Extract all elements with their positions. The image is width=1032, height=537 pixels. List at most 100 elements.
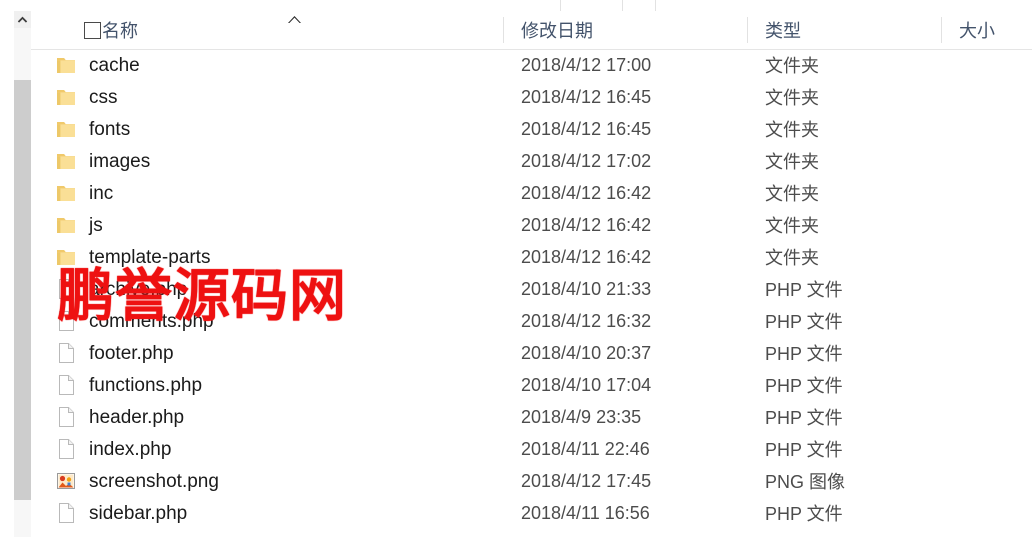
file-date-cell: 2018/4/12 17:00 xyxy=(521,54,652,75)
folder-icon xyxy=(55,150,77,172)
file-name-cell[interactable]: cache xyxy=(55,49,503,81)
file-type-cell: 文件夹 xyxy=(765,56,819,76)
file-type-cell: 文件夹 xyxy=(765,248,819,268)
file-size-cell xyxy=(941,273,1032,305)
file-name-cell[interactable]: sidebar.php xyxy=(55,497,503,529)
file-type-cell: 文件夹 xyxy=(765,120,819,140)
php-file-icon xyxy=(55,278,77,300)
file-name-cell[interactable]: functions.php xyxy=(55,369,503,401)
scroll-up-button[interactable] xyxy=(14,11,31,28)
file-date-cell: 2018/4/12 16:42 xyxy=(521,214,652,235)
column-header-name-label: 名称 xyxy=(102,21,138,41)
clipped-toolbar-strip xyxy=(0,0,1032,11)
file-type-cell: PHP 文件 xyxy=(765,312,843,332)
file-name-cell[interactable]: comments.php xyxy=(55,305,503,337)
file-name-cell[interactable]: template-parts xyxy=(55,241,503,273)
file-name-label: cache xyxy=(89,54,140,76)
file-date-cell: 2018/4/12 17:02 xyxy=(521,150,652,171)
folder-icon xyxy=(55,214,77,236)
file-date-cell: 2018/4/11 16:56 xyxy=(521,502,650,523)
file-type-cell: PHP 文件 xyxy=(765,440,843,460)
file-date-cell: 2018/4/10 17:04 xyxy=(521,374,652,395)
column-divider xyxy=(941,17,942,43)
file-row[interactable]: archive.php 2018/4/10 21:33 PHP 文件 xyxy=(31,273,1032,305)
file-type-cell: 文件夹 xyxy=(765,152,819,172)
folder-icon xyxy=(55,54,77,76)
php-file-icon xyxy=(55,438,77,460)
php-file-icon xyxy=(55,374,77,396)
file-name-label: screenshot.png xyxy=(89,470,219,492)
file-name-cell[interactable]: archive.php xyxy=(55,273,503,305)
file-row[interactable]: screenshot.png 2018/4/12 17:45 PNG 图像 12 xyxy=(31,465,1032,497)
column-header-size-label: 大小 xyxy=(959,21,995,41)
file-row[interactable]: inc 2018/4/12 16:42 文件夹 xyxy=(31,177,1032,209)
column-header-date-modified-label: 修改日期 xyxy=(521,21,593,41)
file-row[interactable]: images 2018/4/12 17:02 文件夹 xyxy=(31,145,1032,177)
file-date-cell: 2018/4/12 16:45 xyxy=(521,118,652,139)
column-divider xyxy=(503,17,504,43)
column-header-date-modified[interactable]: 修改日期 xyxy=(503,11,747,49)
folder-icon xyxy=(55,246,77,268)
select-all-checkbox[interactable] xyxy=(84,22,101,39)
folder-icon xyxy=(55,86,77,108)
vertical-scrollbar[interactable] xyxy=(14,11,31,537)
toolbar-control-1[interactable] xyxy=(560,0,624,11)
search-box[interactable] xyxy=(655,0,1032,11)
file-row[interactable]: sidebar.php 2018/4/11 16:56 PHP 文件 xyxy=(31,497,1032,529)
file-name-label: js xyxy=(89,214,103,236)
file-row[interactable]: fonts 2018/4/12 16:45 文件夹 xyxy=(31,113,1032,145)
file-row[interactable]: comments.php 2018/4/12 16:32 PHP 文件 xyxy=(31,305,1032,337)
file-row[interactable]: index.php 2018/4/11 22:46 PHP 文件 xyxy=(31,433,1032,465)
php-file-icon xyxy=(55,310,77,332)
file-name-cell[interactable]: footer.php xyxy=(55,337,503,369)
scrollbar-thumb[interactable] xyxy=(14,80,31,500)
column-divider xyxy=(747,17,748,43)
file-row[interactable]: functions.php 2018/4/10 17:04 PHP 文件 xyxy=(31,369,1032,401)
file-type-cell: PNG 图像 xyxy=(765,472,846,492)
file-name-cell[interactable]: fonts xyxy=(55,113,503,145)
column-header-name[interactable]: 名称 xyxy=(55,11,503,49)
file-name-cell[interactable]: header.php xyxy=(55,401,503,433)
file-explorer-window: 名称 修改日期 类型 大小 cache 2018/4/12 17:00 文件夹 css… xyxy=(0,0,1032,537)
file-name-label: fonts xyxy=(89,118,131,140)
file-type-cell: PHP 文件 xyxy=(765,280,843,300)
file-row[interactable]: css 2018/4/12 16:45 文件夹 xyxy=(31,81,1032,113)
file-name-cell[interactable]: screenshot.png xyxy=(55,465,503,497)
file-name-label: images xyxy=(89,150,151,172)
folder-icon xyxy=(55,182,77,204)
file-name-cell[interactable]: inc xyxy=(55,177,503,209)
file-row[interactable]: footer.php 2018/4/10 20:37 PHP 文件 xyxy=(31,337,1032,369)
file-size-cell xyxy=(941,369,1032,401)
file-name-cell[interactable]: index.php xyxy=(55,433,503,465)
file-name-label: css xyxy=(89,86,118,108)
file-size-cell xyxy=(941,401,1032,433)
file-name-label: template-parts xyxy=(89,246,211,268)
file-name-cell[interactable]: js xyxy=(55,209,503,241)
file-name-label: functions.php xyxy=(89,374,203,396)
file-size-cell xyxy=(941,497,1032,529)
file-name-label: footer.php xyxy=(89,342,174,364)
file-type-cell: PHP 文件 xyxy=(765,376,843,396)
folder-icon xyxy=(55,118,77,140)
column-header-size[interactable]: 大小 xyxy=(941,11,1032,49)
file-date-cell: 2018/4/12 16:45 xyxy=(521,86,652,107)
file-list: cache 2018/4/12 17:00 文件夹 css 2018/4/12 16:4… xyxy=(31,49,1032,537)
file-row[interactable]: js 2018/4/12 16:42 文件夹 xyxy=(31,209,1032,241)
file-date-cell: 2018/4/12 16:42 xyxy=(521,182,652,203)
file-name-cell[interactable]: images xyxy=(55,145,503,177)
php-file-icon xyxy=(55,342,77,364)
file-size-cell xyxy=(941,145,1032,177)
column-header-type[interactable]: 类型 xyxy=(747,11,941,49)
file-type-cell: PHP 文件 xyxy=(765,344,843,364)
file-row[interactable]: template-parts 2018/4/12 16:42 文件夹 xyxy=(31,241,1032,273)
file-name-label: header.php xyxy=(89,406,185,428)
chevron-up-icon xyxy=(17,16,28,23)
file-size-cell xyxy=(941,241,1032,273)
php-file-icon xyxy=(55,406,77,428)
file-name-cell[interactable]: css xyxy=(55,81,503,113)
file-size-cell xyxy=(941,81,1032,113)
file-row[interactable]: header.php 2018/4/9 23:35 PHP 文件 xyxy=(31,401,1032,433)
file-row[interactable]: cache 2018/4/12 17:00 文件夹 xyxy=(31,49,1032,81)
file-date-cell: 2018/4/12 17:45 xyxy=(521,470,652,491)
column-header-row: 名称 修改日期 类型 大小 xyxy=(31,11,1032,50)
